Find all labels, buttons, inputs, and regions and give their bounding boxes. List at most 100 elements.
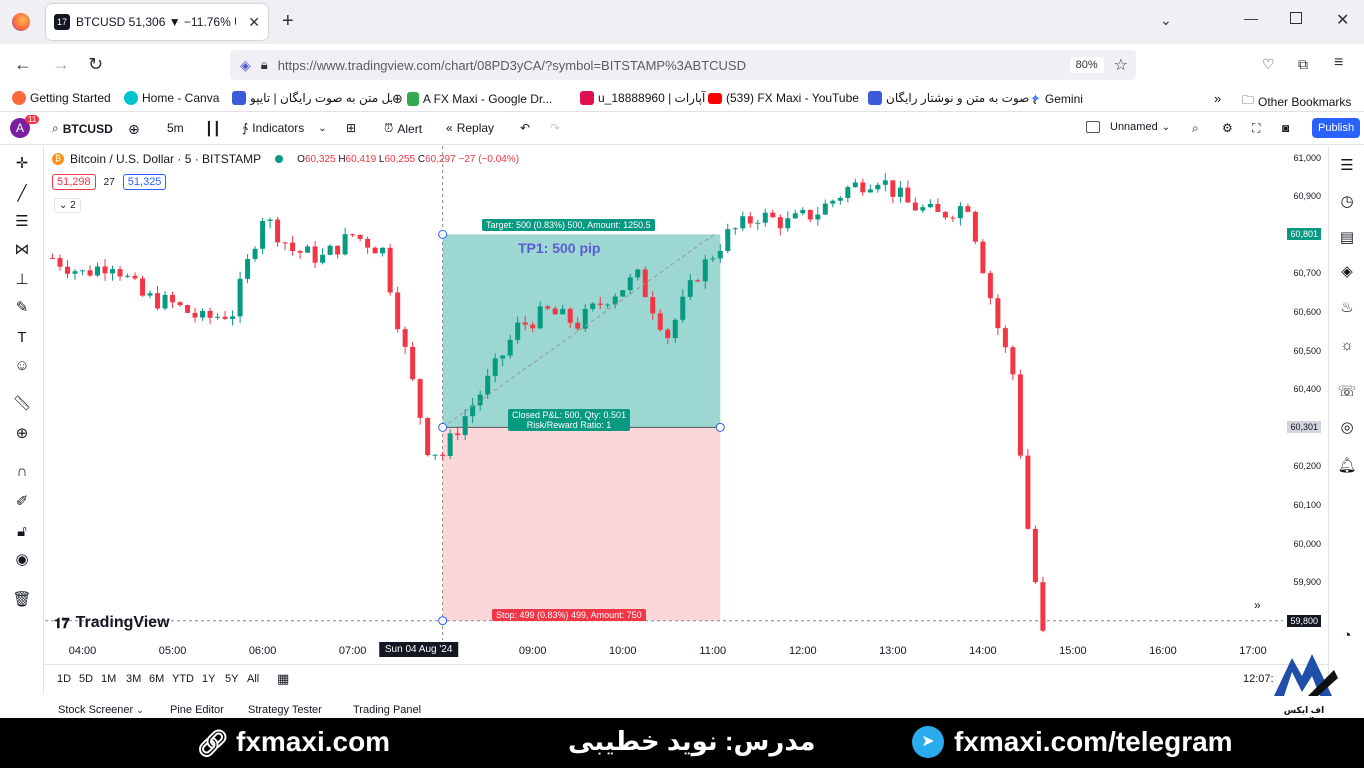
brush-icon[interactable]: ✎ <box>12 298 32 318</box>
layout-button[interactable]: Unnamed ⌄ <box>1086 121 1170 133</box>
timeframe-ytd[interactable]: YTD <box>172 673 194 685</box>
magnet-icon[interactable]: ∩ <box>12 462 32 482</box>
pocket-icon[interactable]: ♡ <box>1262 56 1275 73</box>
timeframe-1d[interactable]: 1D <box>57 673 71 685</box>
bookmark-getting-started[interactable]: Getting Started <box>12 91 111 105</box>
fullscreen-icon[interactable]: ⛶ <box>1252 121 1260 136</box>
timeframe-1m[interactable]: 1M <box>101 673 116 685</box>
back-icon[interactable]: ← <box>14 54 32 75</box>
trash-icon[interactable]: 🗑︎ <box>12 590 32 610</box>
projection-icon[interactable]: ⊥ <box>12 270 32 290</box>
object-tree-icon[interactable]: ▤ <box>1337 228 1357 248</box>
extensions-icon[interactable]: ⧉ <box>1298 56 1308 73</box>
url-text[interactable]: https://www.tradingview.com/chart/08PD3y… <box>278 58 746 73</box>
streams-icon[interactable]: ◎ <box>1337 418 1357 438</box>
bookmark-stt[interactable]: تبدیل صوت به متن و نوشتار رایگان <box>868 91 1036 105</box>
restore-icon[interactable] <box>1290 12 1302 24</box>
trend-line-icon[interactable]: ╱ <box>12 184 32 204</box>
close-window-icon[interactable]: ✕ <box>1336 10 1349 30</box>
bookmark-google-drive[interactable]: ⊕ A FX Maxi - Google Dr... <box>392 91 552 107</box>
bookmark-youtube[interactable]: (539) FX Maxi - YouTube <box>708 91 859 105</box>
templates-icon[interactable]: ⊞ <box>346 121 356 135</box>
timeframe-all[interactable]: All <box>247 673 259 685</box>
chat-icon[interactable]: ☏ <box>1337 382 1357 402</box>
more-bookmarks-icon[interactable]: » <box>1214 91 1221 106</box>
bookmark-aparat[interactable]: u_18888960 | آپارات <box>580 91 705 105</box>
settings-icon[interactable]: ⚙︎ <box>1222 121 1233 135</box>
bid-ask-panel: 51,298 27 51,325 <box>52 174 167 190</box>
user-avatar[interactable]: A 11 <box>10 115 40 138</box>
stop-label[interactable]: Stop: 499 (0.83%) 499, Amount: 750 <box>492 609 646 621</box>
quick-search-icon[interactable]: ⌕ <box>1192 121 1199 136</box>
ruler-icon[interactable]: 📏︎ <box>12 394 32 414</box>
replay-label: Replay <box>456 121 495 135</box>
bookmark-gemini[interactable]: ✦ Gemini <box>1030 91 1083 107</box>
price-chart[interactable] <box>45 146 1283 640</box>
text-icon[interactable]: T <box>12 328 32 348</box>
calendar-icon[interactable]: ▦ <box>277 671 289 687</box>
new-tab-button[interactable]: + <box>282 10 294 33</box>
crosshair-icon[interactable]: ✛ <box>12 154 32 174</box>
timeframe-5y[interactable]: 5Y <box>225 673 238 685</box>
alert-button[interactable]: ⏰︎ Alert <box>384 121 422 136</box>
timeframe-6m[interactable]: 6M <box>149 673 164 685</box>
other-bookmarks[interactable]: 🗀 Other Bookmarks <box>1242 91 1351 112</box>
bookmark-canva[interactable]: Home - Canva <box>124 91 219 105</box>
scroll-to-realtime-icon[interactable]: » <box>1254 598 1261 612</box>
tab-pine-editor[interactable]: Pine Editor <box>170 704 224 716</box>
compare-symbol-icon[interactable]: ⊕ <box>128 121 140 138</box>
lock-drawing-icon[interactable]: ✐ <box>12 492 32 512</box>
candles-icon[interactable]: ┃┃ <box>205 121 221 137</box>
closed-pnl-label[interactable]: Closed P&L: 500, Qty: 0.501 Risk/Reward … <box>508 409 631 431</box>
layers-icon[interactable]: ◈ <box>1337 262 1357 282</box>
emoji-icon[interactable]: ☺ <box>12 356 32 376</box>
symbol-search[interactable]: ⌕ BTCUSD <box>52 121 113 136</box>
ideas-icon[interactable]: ☼ <box>1337 336 1357 356</box>
url-bar[interactable]: ◈ 🔒︎ https://www.tradingview.com/chart/0… <box>230 50 1136 80</box>
price-axis[interactable]: 61,000 60,900 60,801 60,700 60,600 60,500 60,4… <box>1283 146 1327 640</box>
interval-button[interactable]: 5m <box>167 121 184 135</box>
indicators-button[interactable]: ∱ Indicators ⌄ <box>242 121 327 135</box>
pattern-icon[interactable]: ⋈ <box>12 240 32 260</box>
publish-button[interactable]: Publish <box>1312 118 1361 138</box>
close-tab-icon[interactable]: ✕ <box>248 14 260 31</box>
tab-strategy-tester[interactable]: Strategy Tester <box>248 704 322 716</box>
replay-button[interactable]: «Replay <box>446 121 494 135</box>
tp-note[interactable]: TP1: 500 pip <box>518 240 600 256</box>
notification-badge: 11 <box>25 115 40 124</box>
forward-icon[interactable]: → <box>52 54 70 75</box>
buy-price[interactable]: 51,325 <box>122 174 167 190</box>
fib-icon[interactable]: ☰ <box>12 212 32 232</box>
undo-icon[interactable]: ↶ <box>520 121 530 135</box>
camera-icon[interactable]: ◙ <box>1282 121 1289 135</box>
tab-list-icon[interactable]: ⌄ <box>1160 12 1172 29</box>
lock-icon[interactable]: 🔓︎ <box>12 522 32 542</box>
tab-trading-panel[interactable]: Trading Panel <box>353 704 421 716</box>
zoom-in-icon[interactable]: ⊕ <box>12 424 32 444</box>
hotlist-icon[interactable]: ♨ <box>1337 298 1357 318</box>
hamburger-menu-icon[interactable]: ≡ <box>1334 54 1343 72</box>
symbol-title[interactable]: Bitcoin / U.S. Dollar · 5 · BITSTAMP <box>70 152 261 166</box>
zoom-level[interactable]: 80% <box>1069 57 1104 73</box>
indicators-collapse-button[interactable]: ⌄ 2 <box>54 198 81 213</box>
chart-pane[interactable] <box>45 146 1283 640</box>
timeframe-5d[interactable]: 5D <box>79 673 93 685</box>
timeframe-1y[interactable]: 1Y <box>202 673 215 685</box>
target-label[interactable]: Target: 500 (0.83%) 500, Amount: 1250.5 <box>482 219 655 231</box>
browser-tab[interactable]: 17 BTCUSD 51,306 ▼ −11.76% Unn ✕ <box>46 4 268 40</box>
redo-icon[interactable]: ↷ <box>550 121 560 135</box>
time-axis[interactable]: 04:0005:0006:0007:0008:0009:0010:0011:00… <box>45 640 1283 662</box>
reload-icon[interactable]: ↻ <box>88 54 103 75</box>
sell-price[interactable]: 51,298 <box>52 174 96 190</box>
firefox-menu-icon[interactable] <box>12 13 30 31</box>
star-icon[interactable]: ☆ <box>1114 55 1128 75</box>
timeframe-3m[interactable]: 3M <box>126 673 141 685</box>
bookmark-typo-tts[interactable]: تبدیل متن به صوت رایگان | تایپو <box>232 91 392 105</box>
minimize-icon[interactable]: — <box>1244 10 1258 26</box>
tab-stock-screener[interactable]: Stock Screener ⌄ <box>58 704 144 716</box>
eye-icon[interactable]: ◉ <box>12 550 32 570</box>
alerts-clock-icon[interactable]: ◷ <box>1337 192 1357 212</box>
notifications-icon[interactable]: 🔔︎ <box>1337 456 1357 476</box>
watchlist-icon[interactable]: ☰ <box>1337 156 1357 176</box>
dom-icon[interactable]: ◔ <box>1337 626 1357 646</box>
